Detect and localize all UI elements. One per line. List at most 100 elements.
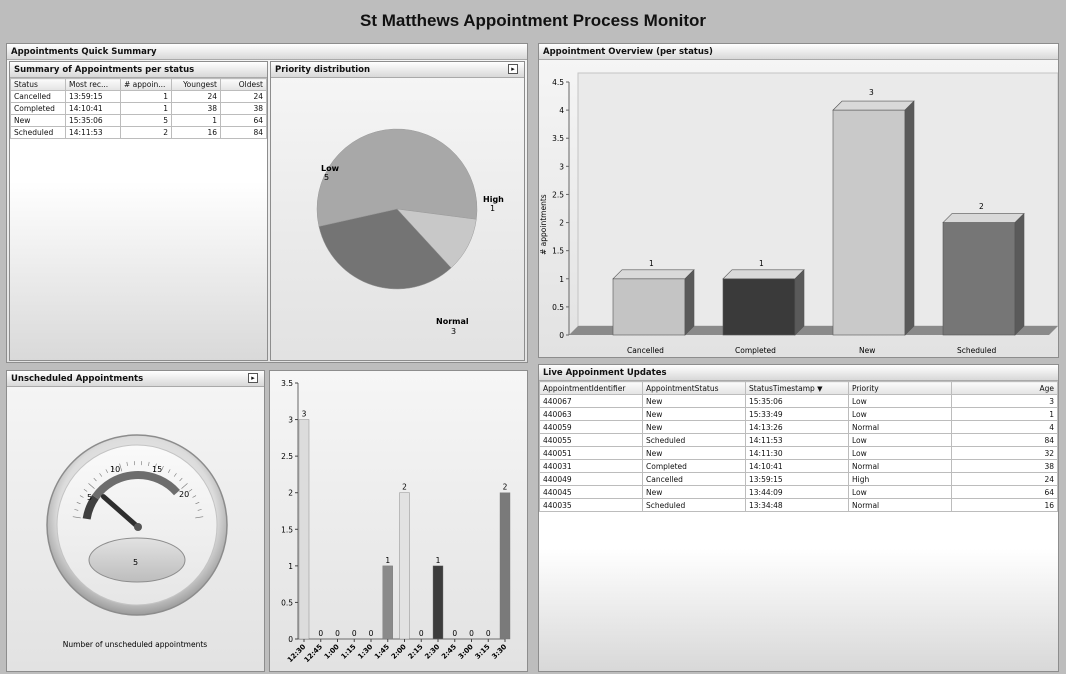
table-cell: 14:13:26 [745,420,849,434]
timeline-bar[interactable] [298,419,310,640]
table-row[interactable]: 440067 New 15:35:06 Low 3 [539,394,1058,408]
column-header[interactable]: Most rec... [65,78,121,91]
table-cell: 1 [120,102,172,115]
y-tick-label: 1.5 [552,247,564,256]
live-updates-table: AppointmentIdentifier AppointmentStatus … [539,381,1058,512]
column-header[interactable]: Age [951,381,1058,395]
column-header[interactable]: Status [10,78,66,91]
appointment-overview-title: Appointment Overview (per status) [539,44,1058,60]
column-header[interactable]: Oldest [220,78,267,91]
table-cell: 38 [171,102,221,115]
x-tick-label: Scheduled [957,346,996,355]
column-header[interactable]: Priority [848,381,952,395]
x-tick-label: 1:30 [356,643,374,661]
table-row[interactable]: 440059 New 14:13:26 Normal 4 [539,420,1058,434]
bar-value-label: 3 [302,410,307,419]
expand-icon[interactable]: ▸ [248,373,258,383]
gauge-value: 5 [133,558,138,567]
timeline-bar[interactable] [382,565,393,640]
table-row[interactable]: Cancelled 13:59:15 1 24 24 [10,90,267,103]
gauge-tick-label: 5 [87,493,92,502]
table-cell: 1 [951,407,1058,421]
table-cell: 440059 [539,420,643,434]
table-cell: 440031 [539,459,643,473]
bar-top-face [612,269,695,280]
timeline-bar[interactable] [499,492,511,640]
table-cell: Scheduled [642,498,746,512]
table-cell: 440035 [539,498,643,512]
timeline-bar[interactable] [432,565,444,640]
expand-icon[interactable]: ▸ [508,64,518,74]
table-row[interactable]: 440031 Completed 14:10:41 Normal 38 [539,459,1058,473]
table-row[interactable]: New 15:35:06 5 1 64 [10,114,267,127]
gauge-tick-label: 10 [110,465,120,474]
table-cell: Low [848,485,952,499]
table-cell: 3 [951,394,1058,408]
table-cell: 15:35:06 [745,394,849,408]
bar-top-face [942,213,1025,223]
bar-side-face [684,269,695,336]
timeline-bar[interactable] [399,492,410,640]
table-cell: New [642,394,746,408]
bar-value-label: 0 [335,629,340,638]
y-tick-label: 3.5 [281,379,293,388]
bar-completed[interactable] [722,278,796,336]
x-tick-label: 2:00 [390,643,408,661]
table-row[interactable]: 440055 Scheduled 14:11:53 Low 84 [539,433,1058,447]
bar-value-label: 0 [452,629,457,638]
quick-summary-panel: Appointments Quick Summary Summary of Ap… [6,43,528,363]
table-cell: 440063 [539,407,643,421]
x-tick-label: 2:45 [440,643,458,661]
table-row[interactable]: 440035 Scheduled 13:34:48 Normal 16 [539,498,1058,512]
column-header-label: StatusTimestamp [749,383,815,393]
gauge-caption: Number of unscheduled appointments [63,640,207,649]
bar-new[interactable] [832,109,906,336]
column-header-sorted[interactable]: StatusTimestamp ▼ [745,381,849,395]
table-row[interactable]: Completed 14:10:41 1 38 38 [10,102,267,115]
table-cell: 38 [951,459,1058,473]
x-tick-label: 3:00 [457,643,475,661]
column-header[interactable]: # appoin... [120,78,172,91]
table-cell: 440051 [539,446,643,460]
x-tick-label: Cancelled [627,346,664,355]
bar-value-label: 2 [402,483,407,492]
table-cell: 5 [120,114,172,127]
table-cell: Low [848,446,952,460]
column-header[interactable]: Youngest [171,78,221,91]
table-row[interactable]: 440045 New 13:44:09 Low 64 [539,485,1058,499]
y-tick-label: 0 [288,635,293,644]
bar-side-face [904,100,915,336]
bar-value-label: 2 [979,202,984,211]
gauge-hub [134,523,142,531]
table-cell: New [642,485,746,499]
live-updates-panel: Live Appoinment Updates AppointmentIdent… [538,364,1059,672]
table-cell: 1 [171,114,221,127]
table-row[interactable]: 440051 New 14:11:30 Low 32 [539,446,1058,460]
table-cell: Normal [848,459,952,473]
unscheduled-title-text: Unscheduled Appointments [11,374,144,384]
table-cell: Cancelled [642,472,746,486]
sort-descending-icon[interactable]: ▼ [817,385,822,393]
table-row[interactable]: Scheduled 14:11:53 2 16 84 [10,126,267,139]
bar-cancelled[interactable] [612,278,686,336]
gauge-tick-label: 15 [152,465,162,474]
table-row[interactable]: 440049 Cancelled 13:59:15 High 24 [539,472,1058,486]
x-tick-label: 12:45 [303,643,325,665]
live-updates-title: Live Appoinment Updates [539,365,1058,381]
y-tick-label: 4 [559,106,564,115]
bar-scheduled[interactable] [942,222,1016,336]
table-cell: 84 [951,433,1058,447]
priority-distribution-title: Priority distribution ▸ [271,62,524,78]
table-cell: 440067 [539,394,643,408]
timeline-bar-chart: 00.511.522.533.5312:30012:4501:0001:1501… [281,379,511,665]
table-cell: Completed [642,459,746,473]
appointment-overview-panel: Appointment Overview (per status) # appo… [538,43,1059,358]
table-row[interactable]: 440063 New 15:33:49 Low 1 [539,407,1058,421]
table-cell: Low [848,433,952,447]
table-cell: Normal [848,420,952,434]
column-header[interactable]: AppointmentIdentifier [539,381,643,395]
column-header[interactable]: AppointmentStatus [642,381,746,395]
bar-value-label: 0 [369,629,374,638]
priority-distribution-panel: Priority distribution ▸ Low 5 High 1 Nor… [270,61,525,361]
table-cell: Completed [10,102,66,115]
